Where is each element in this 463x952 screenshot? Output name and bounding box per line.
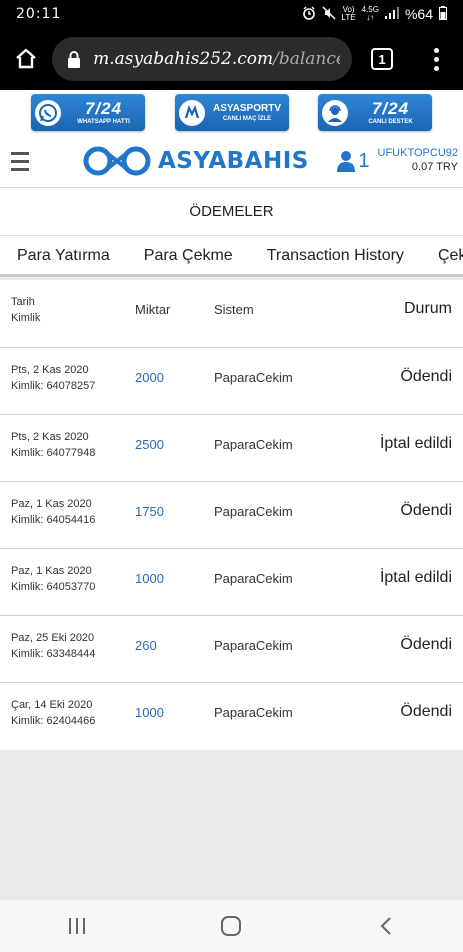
row-amount[interactable]: 260 [135, 638, 157, 653]
table-row: Paz, 1 Kas 2020 Kimlik: 64053770 1000 Pap… [0, 549, 463, 616]
row-date-id: Paz, 25 Eki 2020 Kimlik: 63348444 [11, 632, 96, 660]
user-account-block[interactable]: 1 UFUKTOPCU92 0.07 TRY [336, 147, 458, 175]
user-icon: 1 [336, 149, 370, 173]
row-amount[interactable]: 2500 [135, 437, 164, 452]
hamburger-line [11, 167, 29, 171]
site-logo[interactable]: ASYABAHIS [82, 145, 309, 177]
android-nav-bar [0, 900, 463, 952]
volte-indicator: Vo) LTE [341, 5, 356, 22]
row-system: PaparaCekim [214, 705, 293, 720]
hamburger-menu-button[interactable] [0, 135, 40, 187]
address-bar[interactable]: m.asyabahis252.com/balance, [52, 37, 352, 81]
lock-icon [64, 50, 83, 68]
row-system: PaparaCekim [214, 638, 293, 653]
tab-deposit[interactable]: Para Yatırma [0, 236, 110, 274]
table-row: Pts, 2 Kas 2020 Kimlik: 64078257 2000 Pap… [0, 348, 463, 415]
browser-menu-button[interactable] [412, 28, 460, 90]
row-status: Ödendi [400, 636, 452, 653]
user-count: 1 [358, 149, 370, 172]
logo-mark-icon [83, 146, 151, 176]
row-status: Ödendi [400, 703, 452, 720]
row-amount[interactable]: 1750 [135, 504, 164, 519]
back-chevron-icon [380, 917, 391, 935]
menu-dot [433, 65, 439, 71]
network-type-indicator: 4.5G ↓↑ [361, 5, 379, 22]
promo-subtitle: CANLI MAÇ İZLE [222, 115, 272, 122]
page-title: ÖDEMELER [0, 187, 463, 235]
recent-apps-icon [69, 918, 86, 934]
menu-dot [433, 56, 439, 62]
logo-text: ASYABAHIS [158, 148, 309, 174]
home-circle-icon [221, 916, 242, 936]
promo-subtitle: CANLI DESTEK [368, 119, 413, 125]
promo-title: 7/24 [84, 99, 123, 118]
status-time: 20:11 [16, 6, 62, 22]
row-status: Ödendi [400, 502, 452, 519]
promo-title: 7/24 [371, 99, 410, 118]
header-system: Sistem [214, 302, 254, 317]
row-system: PaparaCekim [214, 437, 293, 452]
promo-asyasportv[interactable]: ASYASPORTV CANLI MAÇ İZLE [174, 94, 289, 131]
row-date-id: Pts, 2 Kas 2020 Kimlik: 64078257 [11, 364, 96, 392]
battery-percentage: %64 [404, 6, 433, 22]
row-date-id: Pts, 2 Kas 2020 Kimlik: 64077948 [11, 431, 96, 459]
status-icons: Vo) LTE 4.5G ↓↑ %64 [302, 5, 447, 23]
promo-whatsapp[interactable]: 7/24 WHATSAPP HATTI [31, 94, 145, 131]
row-amount[interactable]: 1000 [135, 571, 164, 586]
site-header: ASYABAHIS 1 UFUKTOPCU92 0.07 TRY [0, 135, 463, 187]
row-status: İptal edildi [379, 569, 452, 586]
back-button[interactable] [356, 900, 416, 952]
hamburger-line [11, 151, 29, 155]
row-system: PaparaCekim [214, 370, 293, 385]
promo-title: ASYASPORTV [213, 102, 281, 114]
promo-banner-row: 7/24 WHATSAPP HATTI ASYASPORTV CANLI MAÇ… [0, 90, 463, 135]
table-header: Tarih Kimlik Miktar Sistem Durum [0, 280, 463, 348]
browser-toolbar: m.asyabahis252.com/balance, 1 [0, 28, 463, 90]
android-home-button[interactable] [201, 900, 261, 952]
header-amount: Miktar [135, 302, 171, 317]
hamburger-line [11, 159, 29, 163]
menu-dot [433, 47, 439, 53]
support-agent-icon [322, 99, 348, 126]
promo-live-support[interactable]: 7/24 CANLI DESTEK [318, 94, 432, 131]
tab-transaction-history[interactable]: Transaction History [250, 236, 404, 274]
url-text: m.asyabahis252.com/balance, [93, 49, 340, 69]
signal-icon [384, 6, 399, 22]
row-system: PaparaCekim [214, 504, 293, 519]
tab-switcher-button[interactable]: 1 [352, 28, 412, 90]
row-date-id: Paz, 1 Kas 2020 Kimlik: 64054416 [11, 498, 96, 526]
recent-apps-button[interactable] [47, 900, 107, 952]
row-date-id: Çar, 14 Eki 2020 Kimlik: 62404466 [11, 699, 96, 727]
table-row: Paz, 1 Kas 2020 Kimlik: 64054416 1750 Pap… [0, 482, 463, 549]
table-row: Pts, 2 Kas 2020 Kimlik: 64077948 2500 Pap… [0, 415, 463, 482]
battery-icon [439, 5, 447, 23]
row-system: PaparaCekim [214, 571, 293, 586]
row-date-id: Paz, 1 Kas 2020 Kimlik: 64053770 [11, 565, 96, 593]
header-status: Durum [403, 300, 452, 317]
row-status: İptal edildi [379, 435, 452, 452]
username: UFUKTOPCU92 [377, 147, 458, 160]
status-bar: 20:11 Vo) LTE 4.5G ↓↑ %64 [0, 0, 463, 28]
mute-icon [322, 5, 336, 23]
payment-tabs: Para Yatırma Para Çekme Transaction Histor… [0, 235, 463, 277]
table-row: Paz, 25 Eki 2020 Kimlik: 63348444 260 Pap… [0, 616, 463, 683]
row-amount[interactable]: 1000 [135, 705, 164, 720]
home-icon [16, 48, 36, 69]
header-date-id: Tarih Kimlik [11, 296, 41, 324]
account-balance: 0.07 TRY [411, 161, 458, 173]
row-status: Ödendi [400, 368, 452, 385]
whatsapp-icon [35, 99, 61, 126]
row-amount[interactable]: 2000 [135, 370, 164, 385]
withdrawal-table: Tarih Kimlik Miktar Sistem Durum Pts, 2 K… [0, 280, 463, 750]
promo-subtitle: WHATSAPP HATTI [77, 119, 130, 125]
tab-withdraw[interactable]: Para Çekme [127, 236, 233, 274]
tab-withdrawals[interactable]: Çekim [421, 236, 463, 274]
home-button[interactable] [0, 28, 52, 90]
tab-count: 1 [371, 48, 393, 70]
table-row: Çar, 14 Eki 2020 Kimlik: 62404466 1000 Pa… [0, 683, 463, 750]
alarm-icon [302, 6, 316, 23]
tv-logo-icon [178, 99, 205, 126]
